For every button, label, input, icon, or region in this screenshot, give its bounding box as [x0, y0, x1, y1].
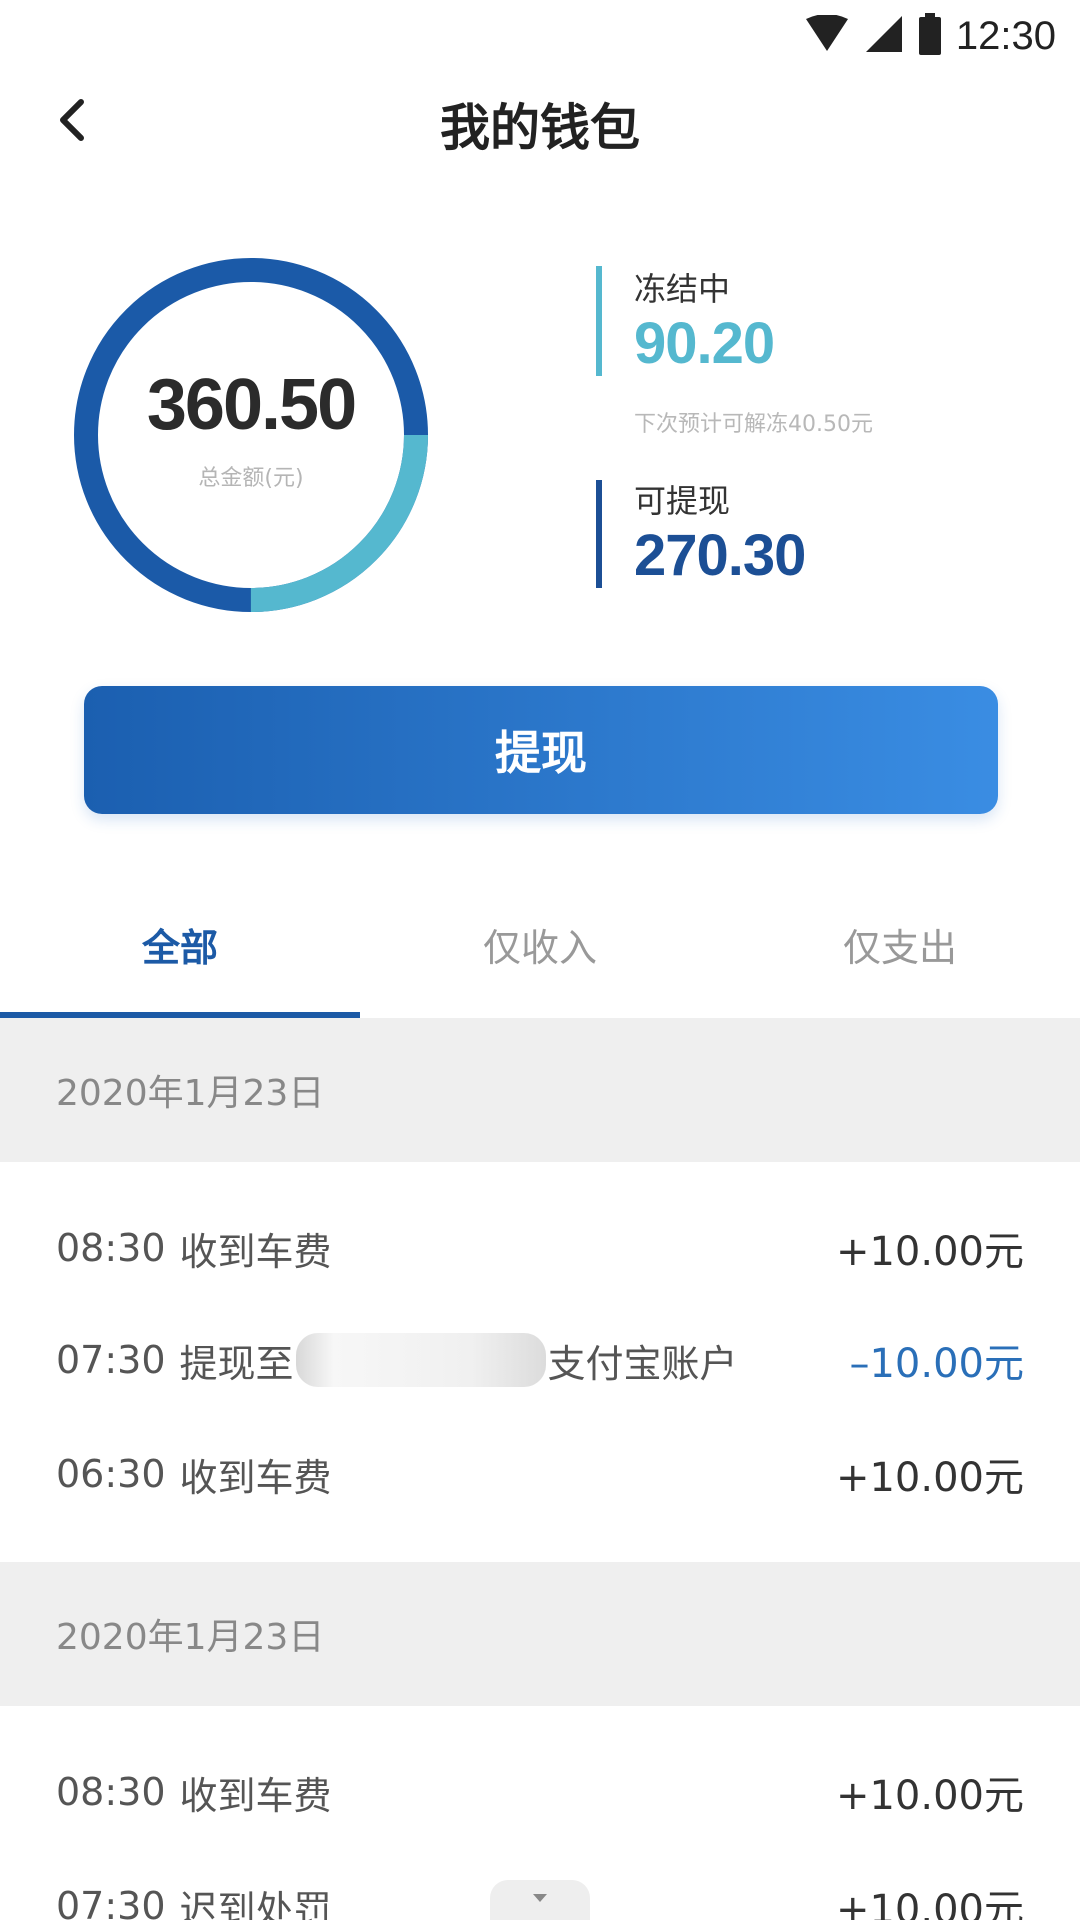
- masked-account-blur: [295, 1333, 546, 1387]
- total-amount-label: 总金额(元): [198, 466, 304, 491]
- transaction-description: 08:30 收到车费: [56, 1736, 332, 1848]
- tab-expense-label: 仅支出: [842, 925, 957, 970]
- status-icons: 12:30: [804, 8, 1056, 64]
- transaction-time: 07:30: [56, 1338, 166, 1382]
- transaction-time: 07:30: [56, 1884, 166, 1920]
- transaction-desc: 收到车费: [179, 1455, 332, 1500]
- total-balance: 360.50 总金额(元): [68, 252, 434, 618]
- page-title: 我的钱包: [440, 99, 640, 157]
- transaction-row[interactable]: 08:30 收到车费 +10.00元: [0, 1192, 1080, 1304]
- unfreeze-note: 下次预计可解冻40.50元: [634, 412, 873, 437]
- transaction-amount: +10.00元: [835, 1455, 1024, 1501]
- battery-icon: [918, 13, 942, 59]
- transaction-description: 07:30 提现至 支付宝账户: [56, 1304, 738, 1416]
- transaction-desc-suffix: 支付宝账户: [547, 1341, 738, 1386]
- transaction-desc: 迟到处罚: [179, 1887, 332, 1920]
- transaction-amount: –10.00元: [849, 1341, 1024, 1387]
- tab-income-label: 仅收入: [482, 925, 597, 970]
- status-bar: 12:30: [0, 0, 1080, 72]
- withdrawable-value: 270.30: [634, 523, 806, 588]
- wifi-icon: [804, 14, 850, 57]
- withdrawable-label: 可提现: [634, 482, 731, 520]
- transaction-amount: +10.00元: [835, 1229, 1024, 1275]
- transaction-desc-prefix: 提现至: [179, 1341, 294, 1386]
- total-amount-value: 360.50: [146, 365, 357, 445]
- tab-all-label: 全部: [141, 925, 218, 970]
- withdrawable-stat: 可提现 270.30: [596, 480, 1016, 592]
- transaction-amount: +10.00元: [835, 1773, 1024, 1819]
- filter-tabs: 全部 仅收入 仅支出: [0, 870, 1080, 1018]
- date-header: 2020年1月23日: [0, 1562, 1080, 1706]
- header: 我的钱包: [0, 72, 1080, 172]
- caret-down-icon: [532, 1888, 548, 1907]
- frozen-indicator-bar: [596, 266, 602, 376]
- transaction-desc: 收到车费: [179, 1229, 332, 1274]
- tab-expense-only[interactable]: 仅支出: [720, 870, 1080, 1018]
- transaction-row[interactable]: 07:30 提现至 支付宝账户 –10.00元: [0, 1304, 1080, 1416]
- date-header: 2020年1月23日: [0, 1018, 1080, 1162]
- transaction-time: 08:30: [56, 1226, 166, 1270]
- tab-all[interactable]: 全部: [0, 870, 360, 1018]
- transaction-description: 07:30 迟到处罚: [56, 1850, 332, 1920]
- frozen-label: 冻结中: [634, 270, 731, 308]
- transaction-time: 08:30: [56, 1770, 166, 1814]
- withdrawable-indicator-bar: [596, 480, 602, 588]
- status-time: 12:30: [955, 13, 1056, 58]
- transaction-time: 06:30: [56, 1452, 166, 1496]
- signal-icon: [864, 14, 904, 58]
- frozen-stat: 冻结中 90.20 下次预计可解冻40.50元: [596, 266, 1016, 446]
- transaction-description: 08:30 收到车费: [56, 1192, 332, 1304]
- transaction-desc: 收到车费: [179, 1773, 332, 1818]
- withdraw-button[interactable]: 提现: [84, 686, 998, 814]
- scroll-down-handle[interactable]: [490, 1880, 590, 1920]
- transaction-row[interactable]: 06:30 收到车费 +10.00元: [0, 1418, 1080, 1530]
- transaction-amount: +10.00元: [835, 1887, 1024, 1920]
- tab-income-only[interactable]: 仅收入: [360, 870, 720, 1018]
- frozen-value: 90.20: [634, 311, 775, 376]
- transaction-description: 06:30 收到车费: [56, 1418, 332, 1530]
- transaction-row[interactable]: 08:30 收到车费 +10.00元: [0, 1736, 1080, 1848]
